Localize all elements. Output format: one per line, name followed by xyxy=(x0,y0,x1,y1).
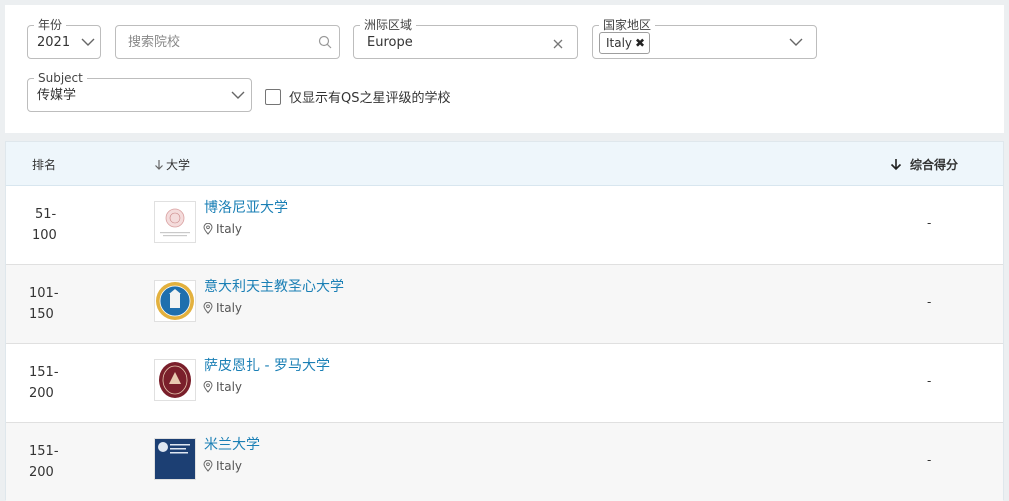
university-logo[interactable] xyxy=(154,359,196,401)
subject-value: 传媒学 xyxy=(37,88,77,103)
country-chip-label: Italy xyxy=(606,36,633,50)
overall-score: - xyxy=(927,453,932,467)
rank-value: 151- 200 xyxy=(29,441,59,483)
qs-stars-label: 仅显示有QS之星评级的学校 xyxy=(289,91,451,106)
remove-chip-icon[interactable]: ✖ xyxy=(635,33,645,53)
search-icon[interactable] xyxy=(318,35,332,49)
rank-top: 51- xyxy=(35,207,57,222)
rank-value: 151- 200 xyxy=(29,362,59,404)
table-row: 151- 200 米兰大学 Italy - xyxy=(6,423,1003,501)
rank-bottom: 200 xyxy=(29,465,54,480)
sort-arrow-icon xyxy=(890,159,902,171)
location: Italy xyxy=(203,221,242,237)
country-select[interactable]: 国家地区 Italy ✖ xyxy=(592,17,817,59)
location-pin-icon xyxy=(203,302,213,314)
university-name-link[interactable]: 博洛尼亚大学 xyxy=(204,199,288,217)
header-score-label: 综合得分 xyxy=(910,158,959,172)
table-row: 51- 100 博洛尼亚大学 Italy - xyxy=(6,186,1003,265)
clear-icon[interactable] xyxy=(553,39,563,49)
rankings-table: 排名 大学 综合得分 51- 100 博洛尼亚大学 Italy - 101- 1… xyxy=(5,141,1004,501)
university-logo[interactable] xyxy=(154,438,196,480)
location-label: Italy xyxy=(216,380,243,394)
table-row: 101- 150 意大利天主教圣心大学 Italy - xyxy=(6,265,1003,344)
location-pin-icon xyxy=(203,460,213,472)
search-placeholder: 搜索院校 xyxy=(128,35,181,50)
filter-panel: 年份 2021 搜索院校 洲际区域 Europe 国家地区 Italy ✖ Su… xyxy=(5,5,1004,133)
rank-value: 51- 100 xyxy=(32,204,62,246)
country-chip[interactable]: Italy ✖ xyxy=(599,32,651,54)
overall-score: - xyxy=(927,374,932,388)
university-logo[interactable] xyxy=(154,201,196,243)
table-row: 151- 200 萨皮恩扎 - 罗马大学 Italy - xyxy=(6,344,1003,423)
chevron-down-icon xyxy=(789,38,803,46)
subject-select[interactable]: Subject 传媒学 xyxy=(27,70,252,112)
year-select[interactable]: 年份 2021 xyxy=(27,17,101,59)
year-value: 2021 xyxy=(37,35,71,50)
region-label: 洲际区域 xyxy=(360,17,417,33)
university-logo[interactable] xyxy=(154,280,196,322)
header-score[interactable]: 综合得分 xyxy=(890,156,958,173)
table-header: 排名 大学 综合得分 xyxy=(6,142,1003,186)
header-university[interactable]: 大学 xyxy=(154,156,190,173)
location: Italy xyxy=(203,300,242,316)
university-name-link[interactable]: 米兰大学 xyxy=(204,436,260,454)
region-select[interactable]: 洲际区域 Europe xyxy=(353,17,578,59)
region-value: Europe xyxy=(367,35,413,50)
location: Italy xyxy=(203,379,242,395)
location-label: Italy xyxy=(216,222,243,236)
year-label: 年份 xyxy=(34,17,67,33)
rank-value: 101- 150 xyxy=(29,283,59,325)
university-name-link[interactable]: 意大利天主教圣心大学 xyxy=(204,278,344,296)
qs-stars-checkbox[interactable] xyxy=(265,88,281,105)
chevron-down-icon xyxy=(231,91,245,99)
subject-label: Subject xyxy=(34,70,87,86)
qs-stars-filter[interactable]: 仅显示有QS之星评级的学校 xyxy=(265,87,451,106)
overall-score: - xyxy=(927,216,932,230)
location-pin-icon xyxy=(203,223,213,235)
country-label: 国家地区 xyxy=(599,17,656,33)
location-label: Italy xyxy=(216,459,243,473)
search-input[interactable]: 搜索院校 xyxy=(115,25,340,59)
rank-top: 151- xyxy=(29,444,59,459)
university-name-link[interactable]: 萨皮恩扎 - 罗马大学 xyxy=(204,357,330,375)
rank-top: 101- xyxy=(29,286,59,301)
location-label: Italy xyxy=(216,301,243,315)
location: Italy xyxy=(203,458,242,474)
header-rank[interactable]: 排名 xyxy=(32,156,56,173)
sort-arrow-icon xyxy=(155,159,163,170)
location-pin-icon xyxy=(203,381,213,393)
rank-bottom: 100 xyxy=(32,228,57,243)
header-university-label: 大学 xyxy=(166,158,191,172)
overall-score: - xyxy=(927,295,932,309)
rank-top: 151- xyxy=(29,365,59,380)
chevron-down-icon xyxy=(81,38,95,46)
rank-bottom: 150 xyxy=(29,307,54,322)
rank-bottom: 200 xyxy=(29,386,54,401)
